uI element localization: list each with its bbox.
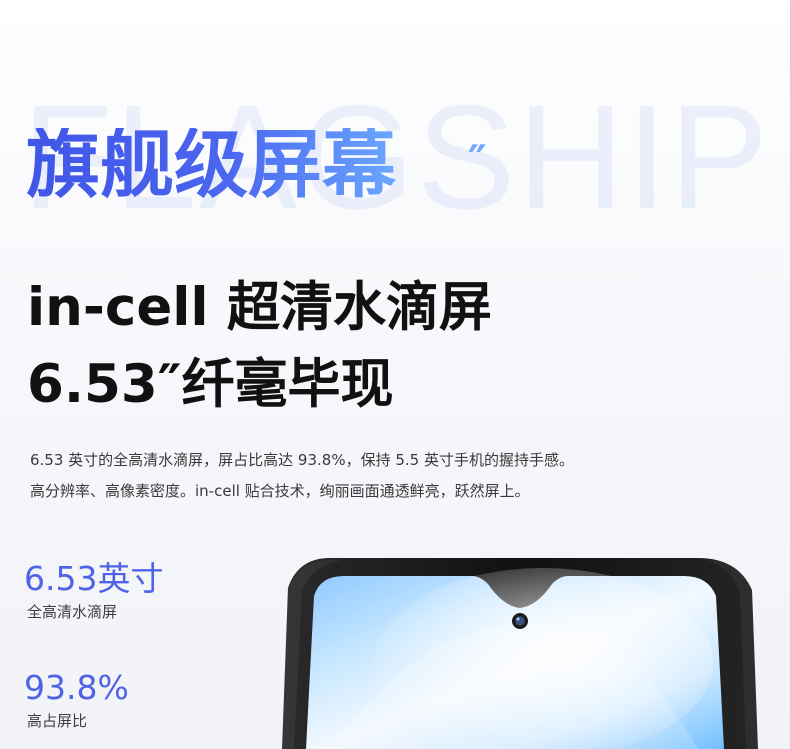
stat-screen-ratio-label: 高占屏比	[27, 712, 88, 730]
flagship-screen-section: FLAGSHIP 旗舰级屏幕 ″ in-cell 超清水滴屏 6.53″纤毫毕现…	[0, 0, 790, 749]
stat-screen-ratio-value: 93.8%	[24, 668, 129, 707]
page-title: 旗舰级屏幕	[26, 122, 396, 208]
title-quote-mark: ″	[468, 136, 487, 185]
description-line-2: 高分辨率、高像素密度。in-cell 贴合技术，绚丽画面通透鲜亮，跃然屏上。	[30, 482, 530, 500]
camera-lens-highlight-icon	[516, 617, 520, 621]
description-line-1: 6.53 英寸的全高清水滴屏，屏占比高达 93.8%，保持 5.5 英寸手机的握…	[30, 451, 574, 469]
headline-line-1: in-cell 超清水滴屏	[27, 277, 493, 338]
stat-screen-size-label: 全高清水滴屏	[27, 603, 118, 621]
camera-lens-ring-icon	[515, 616, 525, 626]
stat-screen-size-value: 6.53英寸	[24, 559, 164, 598]
headline-line-2: 6.53″纤毫毕现	[27, 354, 394, 415]
phone-image	[268, 548, 790, 749]
phone-illustration	[282, 558, 758, 749]
